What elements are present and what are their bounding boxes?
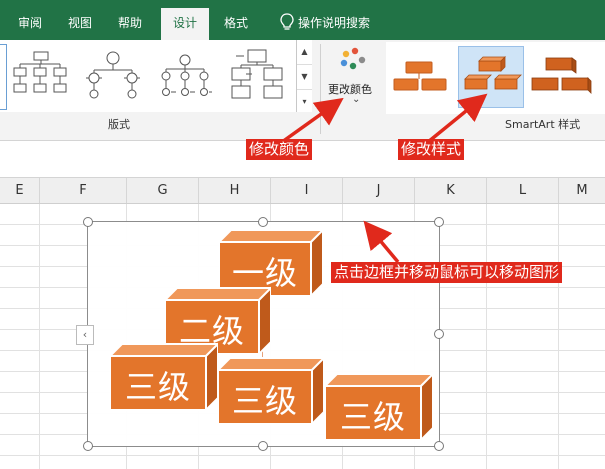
gallery-scroll-down-button[interactable]: ▼ [297,65,312,90]
resize-handle-bottom-right[interactable] [434,441,444,451]
node-label: 三级 [231,382,298,420]
layouts-gallery [0,40,297,112]
ribbon-separator [320,44,321,134]
node-label: 三级 [124,368,191,406]
resize-handle-right[interactable] [434,329,444,339]
tab-help[interactable]: 帮助 [108,0,152,40]
resize-handle-top-right[interactable] [434,217,444,227]
chevron-down-icon[interactable]: ⌄ [352,94,360,105]
grid-line [39,204,40,469]
tell-me-search[interactable]: 操作说明搜索 [298,0,394,40]
color-palette-icon [340,47,366,70]
tab-review[interactable]: 审阅 [8,0,52,40]
smartart-node-level3-c[interactable]: 三级 [325,372,433,442]
tab-design[interactable]: 设计 [161,8,209,40]
smartart-styles-gallery [386,42,605,114]
style-thumb-1[interactable] [388,46,452,106]
text-pane-toggle[interactable]: ‹ [76,325,94,345]
resize-handle-top-left[interactable] [83,217,93,227]
column-header[interactable]: I [271,178,343,203]
column-header[interactable]: K [415,178,487,203]
column-header[interactable]: L [487,178,559,203]
smartart-node-level3-b[interactable]: 三级 [218,356,324,426]
column-header[interactable]: J [343,178,415,203]
gallery-more-button[interactable]: ▾ [297,90,312,114]
layout-thumb-circle-hierarchy[interactable] [82,46,144,102]
node-label: 三级 [339,398,406,436]
grid-line [486,204,487,469]
column-header[interactable]: M [559,178,605,203]
tab-view[interactable]: 视图 [58,0,102,40]
change-colors-label: 更改颜色 [328,83,372,96]
column-header[interactable]: G [127,178,199,203]
annotation-change-styles: 修改样式 [398,139,465,160]
gallery-scroll-up-button[interactable]: ▲ [297,40,312,65]
ribbon-tab-bar: 审阅 视图 帮助 设计 格式 操作说明搜索 [0,0,605,40]
column-header[interactable]: E [0,178,40,203]
resize-handle-bottom-left[interactable] [83,441,93,451]
gallery-selected-edge [0,44,7,110]
column-header[interactable]: H [199,178,271,203]
smartart-node-level3-a[interactable]: 三级 [110,342,218,412]
layout-thumb-org-chart[interactable] [10,46,72,102]
layout-thumb-table-hierarchy[interactable] [226,46,288,102]
grid-line [558,204,559,469]
column-header[interactable]: F [40,178,127,203]
layouts-gallery-scrollbar: ▲ ▼ ▾ [296,40,312,112]
column-header-row: E F G H I J K L M [0,178,605,204]
grid-line [0,455,605,456]
style-thumb-2-selected[interactable] [458,46,524,108]
ribbon-panel: ▲ ▼ ▾ 版式 更改颜色 ⌄ SmartArt 样式 [0,40,605,141]
layouts-group-label: 版式 [108,118,130,131]
tab-format[interactable]: 格式 [214,0,258,40]
style-thumb-3[interactable] [528,46,592,106]
resize-handle-bottom[interactable] [258,441,268,451]
annotation-move-shape: 点击边框并移动鼠标可以移动图形 [331,262,563,283]
smartart-styles-group-label: SmartArt 样式 [505,118,581,131]
layout-thumb-radial-hierarchy[interactable] [154,46,216,102]
annotation-change-colors: 修改颜色 [246,139,313,160]
